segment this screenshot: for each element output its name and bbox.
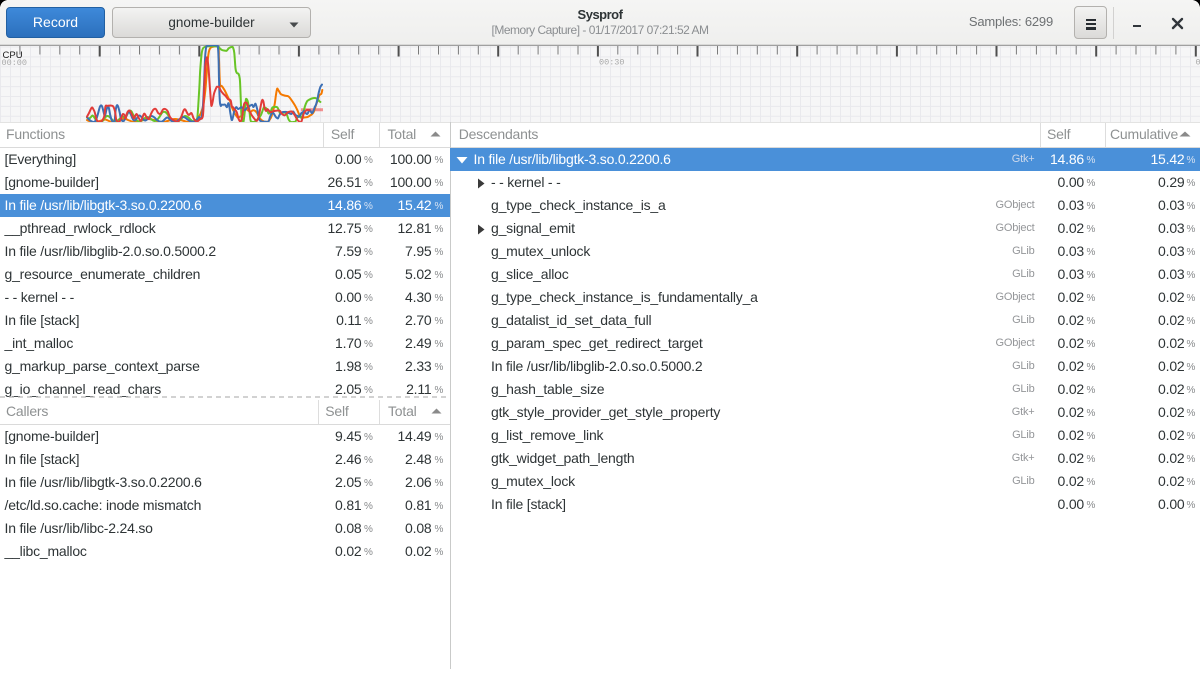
svg-text:00:00: 00:00 — [2, 58, 28, 68]
svg-text:00:30: 00:30 — [599, 58, 625, 68]
svg-text:0: 0 — [1196, 58, 1200, 68]
